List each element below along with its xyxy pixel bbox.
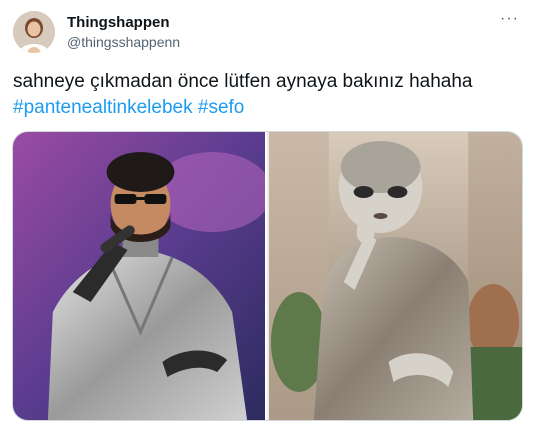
avatar-icon (13, 11, 55, 53)
hashtag-link[interactable]: #pantenealtinkelebek (13, 97, 193, 118)
media-grid (12, 131, 523, 421)
author-handle[interactable]: @thingsshappenn (67, 33, 180, 51)
divider (265, 132, 267, 420)
author-name[interactable]: Thingshappen (67, 14, 170, 32)
more-options-icon[interactable]: ··· (500, 11, 519, 27)
performer-photo[interactable] (13, 132, 265, 420)
tweet-text: sahneye çıkmadan önce lütfen aynaya bakı… (13, 69, 523, 121)
avatar[interactable] (13, 11, 55, 53)
hashtag-link[interactable]: #sefo (198, 97, 244, 118)
alien-photo[interactable] (268, 132, 522, 420)
tweet-body: sahneye çıkmadan önce lütfen aynaya bakı… (13, 71, 473, 92)
